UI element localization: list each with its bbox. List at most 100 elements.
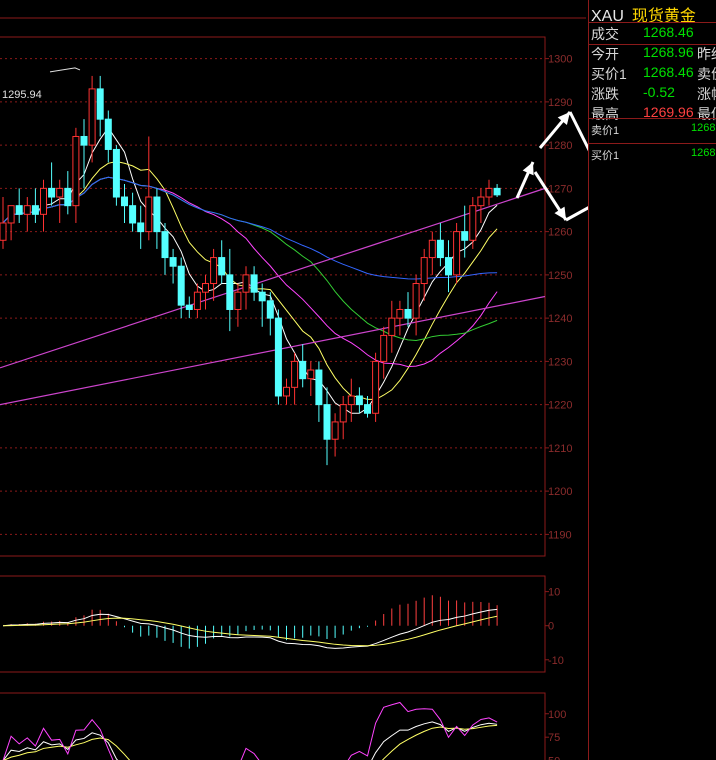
candle-body <box>412 283 420 319</box>
candle-body <box>493 187 501 196</box>
candle-body <box>250 274 258 293</box>
price-tick-label: 1210 <box>548 443 572 455</box>
candle-body <box>40 187 47 215</box>
candle-body <box>161 231 169 259</box>
candle-body <box>364 404 371 414</box>
candle-body <box>323 404 331 440</box>
quote-label-secondary: 涨幅 <box>697 86 716 102</box>
candle-body <box>469 205 477 241</box>
orderbook-label: 卖价1 <box>591 125 620 137</box>
kdj-tick-label: 50 <box>548 756 560 760</box>
candle-body <box>299 360 307 380</box>
candle-body <box>420 257 428 285</box>
candle-body <box>428 239 436 259</box>
panel-divider <box>589 22 716 23</box>
candle-body <box>177 265 185 306</box>
quote-label: 最高 <box>591 106 619 122</box>
candle-body <box>7 205 15 224</box>
peak-annotation: 1295.94 <box>2 89 42 101</box>
candle-body <box>48 187 56 198</box>
candle-body <box>461 231 469 241</box>
candle-body <box>210 257 218 285</box>
kdj-panel: 100 75 50 <box>2 701 566 760</box>
macd-panel: 10 0 -10 <box>2 587 564 667</box>
candle-body <box>15 205 23 215</box>
candle-body <box>185 304 193 310</box>
orderbook-row: 卖价1 1268 <box>591 122 715 138</box>
candle-body <box>0 222 7 241</box>
price-tick-label: 1270 <box>548 183 572 195</box>
candle-body <box>96 88 104 120</box>
candle-body <box>453 231 461 276</box>
price-panel-frame <box>0 36 546 557</box>
price-tick-label: 1200 <box>548 486 572 498</box>
candle-body <box>266 300 274 319</box>
kdj-panel-frame <box>0 692 546 760</box>
candle-body <box>121 196 128 207</box>
candle-body <box>129 205 137 224</box>
price-tick-label: 1260 <box>548 227 572 239</box>
quote-label-secondary: 昨结 <box>697 46 716 62</box>
candle-body <box>64 187 72 207</box>
macd-tick-label: 0 <box>548 621 554 633</box>
quote-label: 买价1 <box>591 66 627 82</box>
candle-body <box>234 291 242 310</box>
quote-label: 成交 <box>591 26 619 42</box>
kdj-j-line <box>2 701 498 760</box>
candle-body <box>56 187 64 198</box>
quote-value: 1268.96 <box>643 44 694 60</box>
candle-body <box>291 360 299 388</box>
orderbook-value: 1268 <box>691 147 716 159</box>
quote-label: 涨跌 <box>591 86 619 102</box>
candle-body <box>307 369 315 380</box>
candle-body <box>169 257 177 267</box>
kdj-tick-label: 100 <box>548 709 566 721</box>
quote-panel: XAU现货黄金 成交1268.46今开1268.96昨结买价11268.46卖价… <box>588 0 716 760</box>
candle-body <box>388 317 396 336</box>
candle-body <box>112 148 120 198</box>
candle-body <box>347 395 355 406</box>
candle-body <box>31 205 39 215</box>
candle-body <box>404 308 412 319</box>
price-tick-label: 1280 <box>548 140 572 152</box>
panel-divider <box>589 143 716 144</box>
candle-body <box>436 239 444 259</box>
candle-body <box>137 222 145 233</box>
quote-label: 今开 <box>591 46 619 62</box>
macd-dif-line <box>2 608 498 649</box>
candle-body <box>226 274 234 310</box>
candle-body <box>258 291 266 302</box>
price-tick-label: 1190 <box>548 529 572 541</box>
macd-tick-label: -10 <box>548 655 564 667</box>
price-gridlines <box>0 58 545 535</box>
candle-body <box>218 257 226 276</box>
quote-label-secondary: 最低 <box>697 106 716 122</box>
candle-body <box>485 187 493 198</box>
candle-body <box>315 369 323 406</box>
orderbook-row: 买价1 1268 <box>591 147 715 163</box>
candle-body <box>339 404 347 423</box>
candle-body <box>445 257 452 276</box>
quote-value: -0.52 <box>643 84 675 100</box>
candle-body <box>274 317 282 397</box>
candle-body <box>104 118 112 150</box>
candle-body <box>153 196 161 233</box>
price-tick-label: 1240 <box>548 313 572 325</box>
trend-line-upper <box>0 187 546 369</box>
candle-body <box>202 283 209 293</box>
price-tick-label: 1250 <box>548 270 572 282</box>
price-tick-label: 1230 <box>548 356 572 368</box>
peak-marker <box>49 67 81 73</box>
panel-frames <box>0 17 586 760</box>
candle-body <box>80 135 88 146</box>
candle-body <box>331 421 339 440</box>
quote-value: 1268.46 <box>643 24 694 40</box>
price-tick-label: 1300 <box>548 54 572 66</box>
candle-body <box>145 196 153 233</box>
quote-value: 1268.46 <box>643 64 694 80</box>
panel-divider <box>589 118 716 119</box>
orderbook-value: 1268 <box>691 122 716 134</box>
candle-body <box>380 334 388 362</box>
quote-label-secondary: 卖价 <box>697 66 716 82</box>
candle-body <box>283 386 290 397</box>
